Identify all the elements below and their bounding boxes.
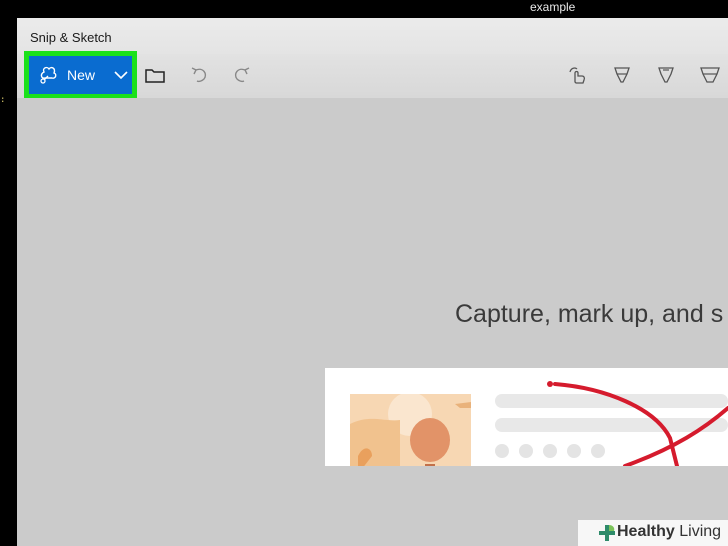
title-bar[interactable]: Snip & Sketch [17, 18, 728, 54]
watermark-text: Healthy Living [617, 523, 721, 541]
left-desktop-edge: : [0, 18, 17, 546]
welcome-tagline: Capture, mark up, and s [455, 300, 724, 328]
desktop-top-strip: example [0, 0, 728, 18]
pencil-icon[interactable] [655, 64, 677, 86]
undo-icon[interactable] [188, 64, 210, 86]
highlighter-icon[interactable] [699, 64, 721, 86]
healthy-living-logo-icon [599, 525, 615, 541]
welcome-illustration [325, 368, 728, 466]
red-ink-annotation [547, 381, 728, 466]
touch-writing-icon[interactable] [567, 64, 589, 86]
ballpoint-pen-icon[interactable] [611, 64, 633, 86]
new-button-label: New [67, 67, 96, 83]
snip-icon [40, 66, 57, 84]
edge-dots: : [0, 95, 6, 105]
snip-sketch-window: Snip & Sketch New Capture, mark up, and … [17, 18, 728, 546]
redo-icon[interactable] [231, 64, 253, 86]
new-button[interactable]: New [29, 56, 132, 94]
watermark-brand-bold: Healthy [617, 523, 675, 540]
folder-icon[interactable] [144, 64, 166, 86]
new-button-highlight: New [24, 51, 137, 99]
app-title: Snip & Sketch [30, 30, 112, 45]
watermark-brand-rest: Living [674, 523, 722, 540]
chevron-down-icon[interactable] [114, 68, 128, 82]
top-label: example [530, 0, 576, 14]
